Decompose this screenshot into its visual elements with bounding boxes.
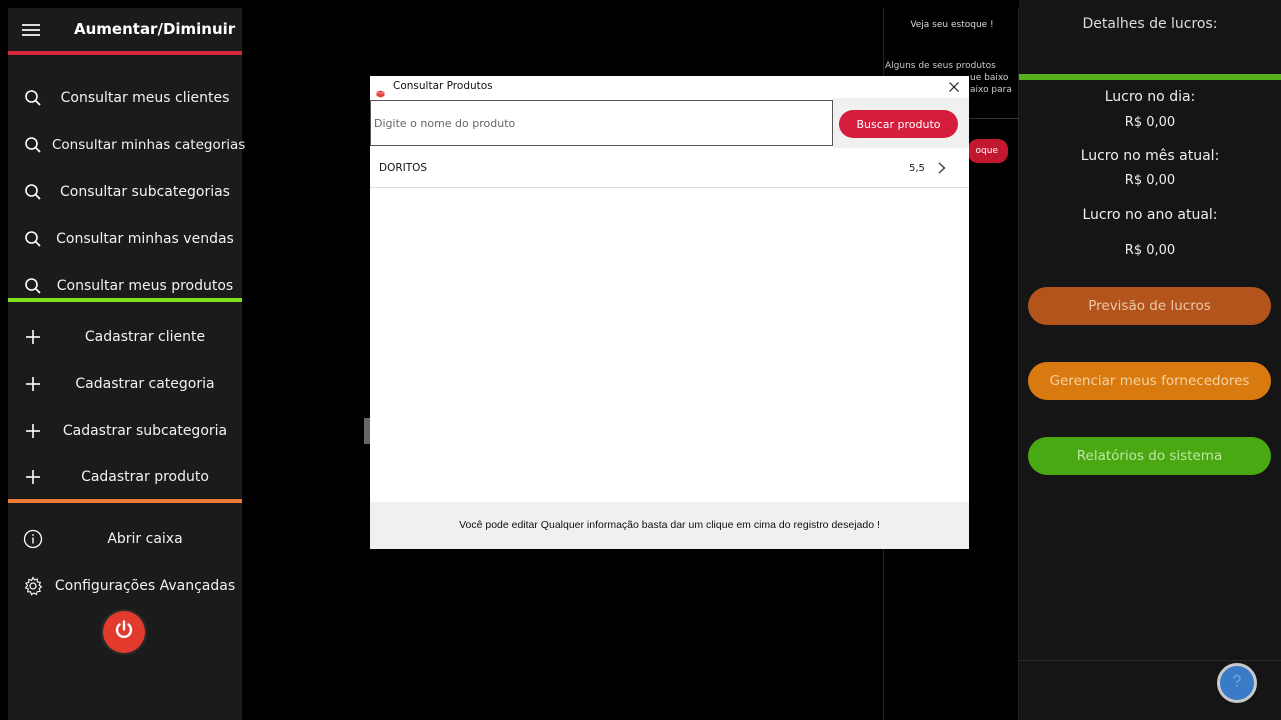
app-window: Aumentar/Diminuir Consultar meus cliente… [0, 0, 1281, 720]
sidebar-item-cadastrar-subcategoria[interactable]: Cadastrar subcategoria [8, 411, 242, 451]
close-icon[interactable] [946, 79, 962, 95]
sidebar-item-label: Consultar minhas vendas [56, 231, 234, 247]
search-icon [22, 87, 44, 109]
search-product-button[interactable]: Buscar produto [839, 110, 958, 138]
sidebar-header: Aumentar/Diminuir [8, 8, 242, 52]
plus-icon [22, 373, 44, 395]
sidebar-item-label: Configurações Avançadas [54, 578, 236, 594]
stock-button[interactable]: oque [968, 139, 1008, 163]
sidebar-divider-red [8, 51, 242, 55]
profit-divider-green [1019, 74, 1281, 80]
sidebar-divider-green [8, 298, 242, 302]
sidebar-item-label: Cadastrar subcategoria [62, 423, 228, 439]
profit-day-label: Lucro no dia: [1104, 89, 1196, 105]
chevron-right-icon [936, 160, 948, 174]
sidebar-item-abrir-caixa[interactable]: Abrir caixa [8, 519, 242, 559]
sidebar-item-label: Cadastrar cliente [84, 329, 206, 345]
sidebar: Aumentar/Diminuir Consultar meus cliente… [8, 8, 246, 720]
sidebar-item-consultar-subcategorias[interactable]: Consultar subcategorias [8, 172, 242, 212]
help-button[interactable] [1217, 663, 1257, 703]
hamburger-menu-icon[interactable] [22, 24, 40, 36]
profit-bottom-divider [1019, 660, 1281, 661]
dialog-title: Consultar Produtos [393, 80, 493, 92]
app-icon [376, 83, 385, 98]
sidebar-item-label: Consultar subcategorias [60, 184, 230, 200]
product-search-field [370, 100, 833, 146]
profit-month-value: R$ 0,00 [1124, 173, 1176, 188]
gear-icon [22, 575, 44, 597]
dialog-footer-text: Você pode editar Qualquer informação bas… [459, 519, 880, 531]
table-row[interactable]: DORITOS 5,5 [370, 148, 969, 188]
product-search-input[interactable] [371, 101, 832, 145]
suppliers-button[interactable]: Gerenciar meus fornecedores [1028, 362, 1271, 400]
stock-line-3: aixo para [970, 85, 1012, 95]
sidebar-item-cadastrar-categoria[interactable]: Cadastrar categoria [8, 364, 242, 404]
product-value: 5,5 [909, 163, 925, 174]
sidebar-item-cadastrar-cliente[interactable]: Cadastrar cliente [8, 317, 242, 357]
consultar-produtos-dialog: Consultar Produtos Buscar produto DORITO… [370, 76, 969, 549]
sidebar-item-label: Consultar meus clientes [60, 90, 230, 106]
forecast-button[interactable]: Previsão de lucros [1028, 287, 1271, 325]
dialog-footer: Você pode editar Qualquer informação bas… [370, 502, 969, 549]
sidebar-item-consultar-vendas[interactable]: Consultar minhas vendas [8, 219, 242, 259]
sidebar-item-label: Consultar meus produtos [56, 278, 234, 294]
plus-icon [22, 420, 44, 442]
stock-button-label: oque [975, 146, 998, 156]
help-icon [1228, 672, 1246, 694]
stock-line-1: Alguns de seus produtos [885, 61, 996, 71]
forecast-button-label: Previsão de lucros [1088, 298, 1211, 314]
sidebar-item-label: Cadastrar produto [81, 469, 209, 485]
profit-year-value: R$ 0,00 [1124, 243, 1176, 258]
profit-month-label: Lucro no mês atual: [1080, 148, 1220, 164]
sidebar-item-consultar-clientes[interactable]: Consultar meus clientes [8, 78, 242, 118]
reports-button-label: Relatórios do sistema [1076, 448, 1223, 464]
plus-icon [22, 326, 44, 348]
sidebar-item-consultar-categorias[interactable]: Consultar minhas categorias [8, 125, 246, 165]
stock-line-2: ue baixo [970, 73, 1009, 83]
sidebar-divider-orange [8, 499, 242, 503]
info-icon [22, 528, 44, 550]
search-icon [22, 228, 44, 250]
sidebar-item-cadastrar-produto[interactable]: Cadastrar produto [8, 457, 242, 497]
plus-icon [22, 466, 44, 488]
product-name: DORITOS [379, 162, 428, 174]
profit-title: Detalhes de lucros: [1082, 16, 1218, 32]
power-button[interactable] [103, 611, 145, 653]
sidebar-item-label: Consultar minhas categorias [52, 137, 246, 153]
search-icon [22, 134, 44, 156]
sidebar-item-label: Abrir caixa [107, 531, 183, 547]
search-icon [22, 181, 44, 203]
sidebar-item-configuracoes[interactable]: Configurações Avançadas [8, 566, 242, 606]
profit-panel: Detalhes de lucros: Lucro no dia: R$ 0,0… [1019, 0, 1281, 720]
profit-year-label: Lucro no ano atual: [1082, 207, 1218, 223]
sidebar-title: Aumentar/Diminuir [74, 20, 236, 38]
dialog-titlebar: Consultar Produtos [370, 76, 969, 98]
reports-button[interactable]: Relatórios do sistema [1028, 437, 1271, 475]
profit-day-value: R$ 0,00 [1124, 115, 1176, 130]
search-product-button-label: Buscar produto [856, 117, 941, 131]
suppliers-button-label: Gerenciar meus fornecedores [1049, 373, 1250, 389]
power-icon [113, 619, 135, 645]
search-icon [22, 275, 44, 297]
stock-title: Veja seu estoque ! [910, 20, 994, 30]
sidebar-item-label: Cadastrar categoria [75, 376, 215, 392]
